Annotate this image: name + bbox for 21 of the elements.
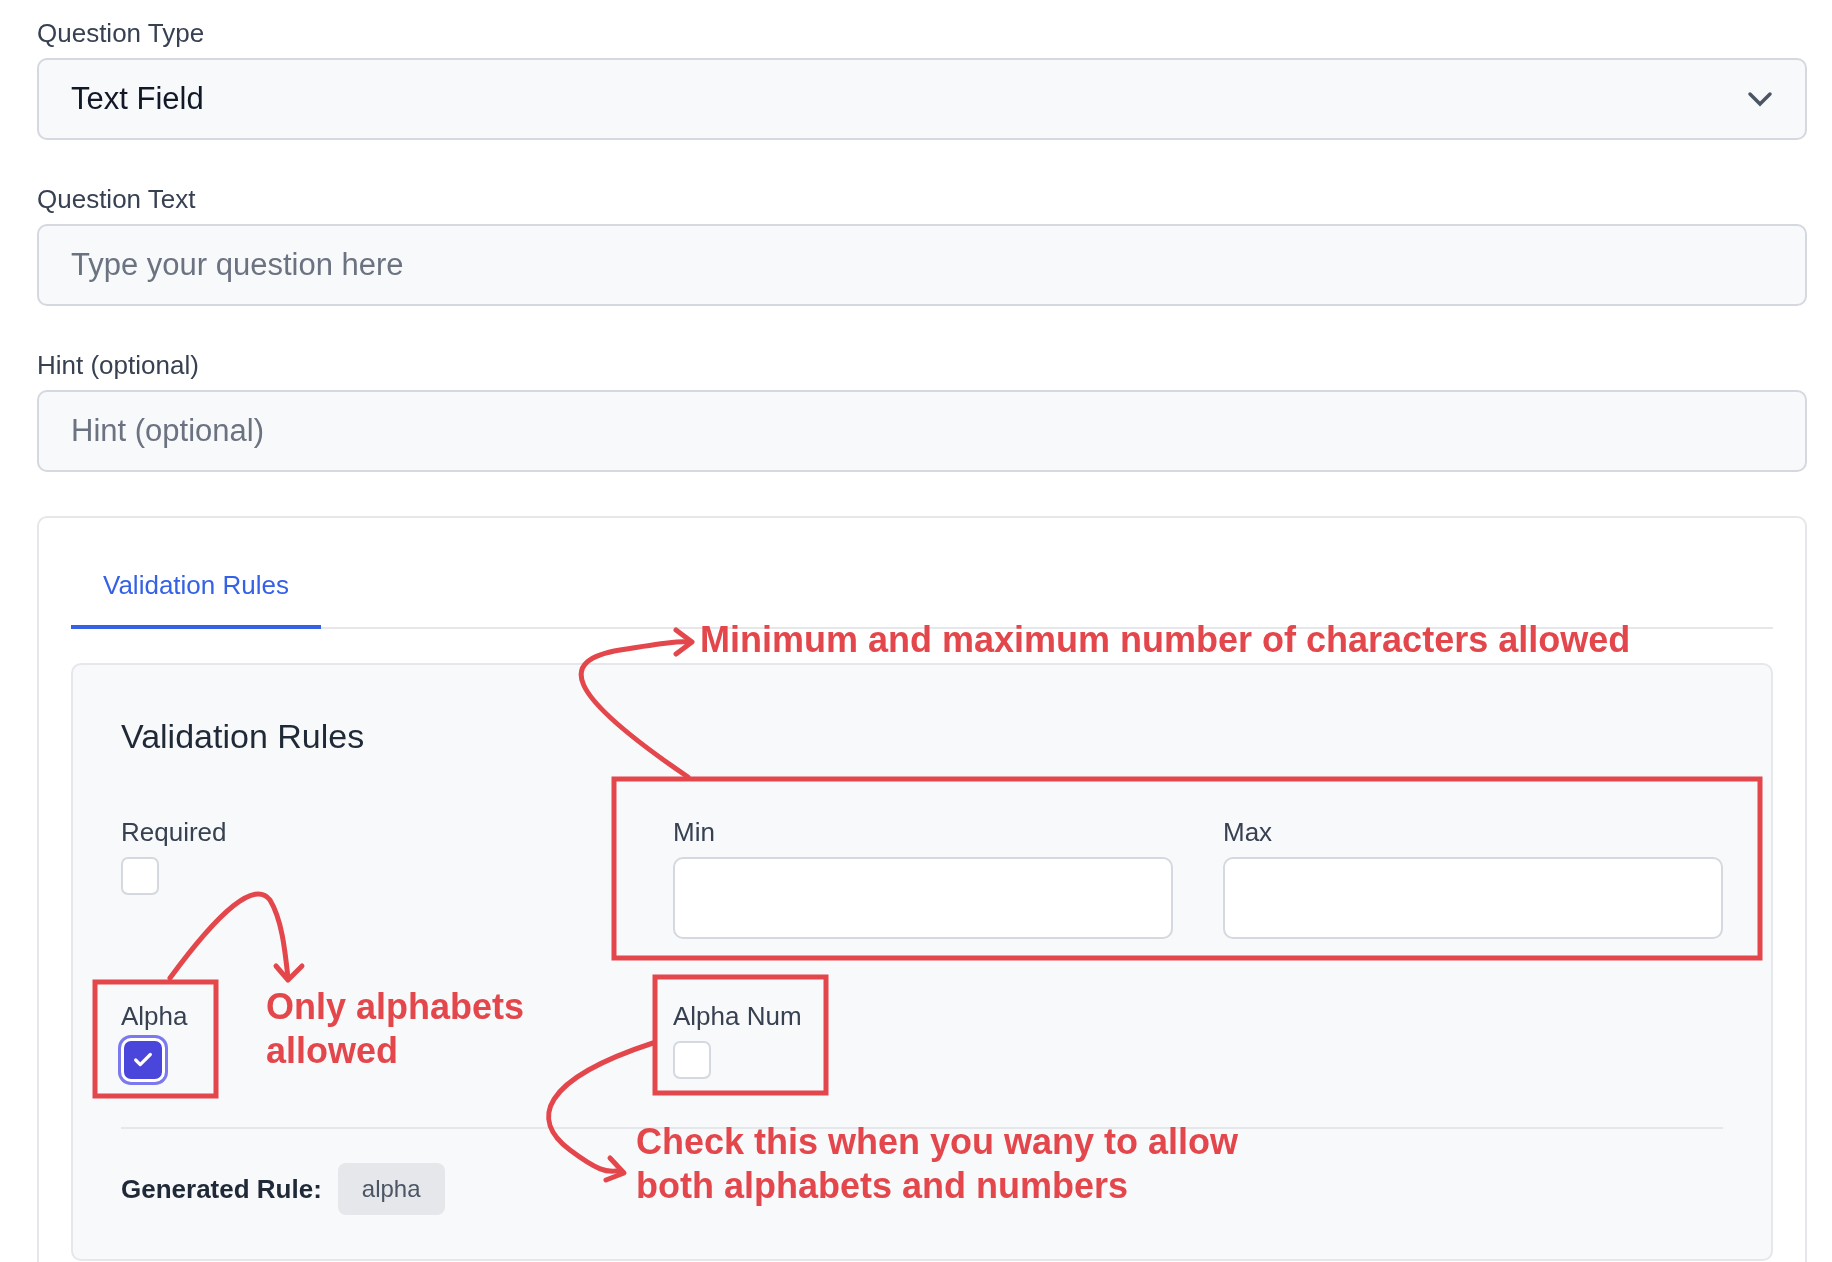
annotation-text: Check this when you wany to allow both alphabets and numbers bbox=[636, 1120, 1240, 1208]
field-label: Hint (optional) bbox=[37, 350, 199, 380]
number-input[interactable] bbox=[1223, 857, 1723, 939]
generated-rule-label: Generated Rule: bbox=[121, 1173, 322, 1205]
annotation-text: Minimum and maximum number of characters allowed bbox=[700, 618, 1631, 662]
text-input[interactable]: Hint (optional) bbox=[37, 390, 1807, 472]
field-label: Min bbox=[673, 817, 715, 847]
tab[interactable]: Validation Rules bbox=[71, 548, 321, 629]
checkbox-label: Alpha bbox=[121, 1001, 188, 1031]
chevron-down-icon bbox=[1747, 91, 1773, 107]
field-label: Max bbox=[1223, 817, 1273, 847]
rule-tag: alpha bbox=[337, 1163, 445, 1215]
checkbox-label: Required bbox=[121, 817, 227, 847]
number-input[interactable] bbox=[673, 857, 1173, 939]
annotation-text: Only alphabets allowed bbox=[266, 985, 526, 1073]
select-dropdown[interactable]: Text Field bbox=[37, 58, 1807, 140]
field-label: Question Text bbox=[37, 184, 196, 214]
field-label: Question Type bbox=[37, 18, 205, 48]
text-input[interactable]: Type your question here bbox=[37, 224, 1807, 306]
checkbox-label: Alpha Num bbox=[673, 1001, 802, 1031]
section-heading: Validation Rules bbox=[121, 716, 366, 757]
